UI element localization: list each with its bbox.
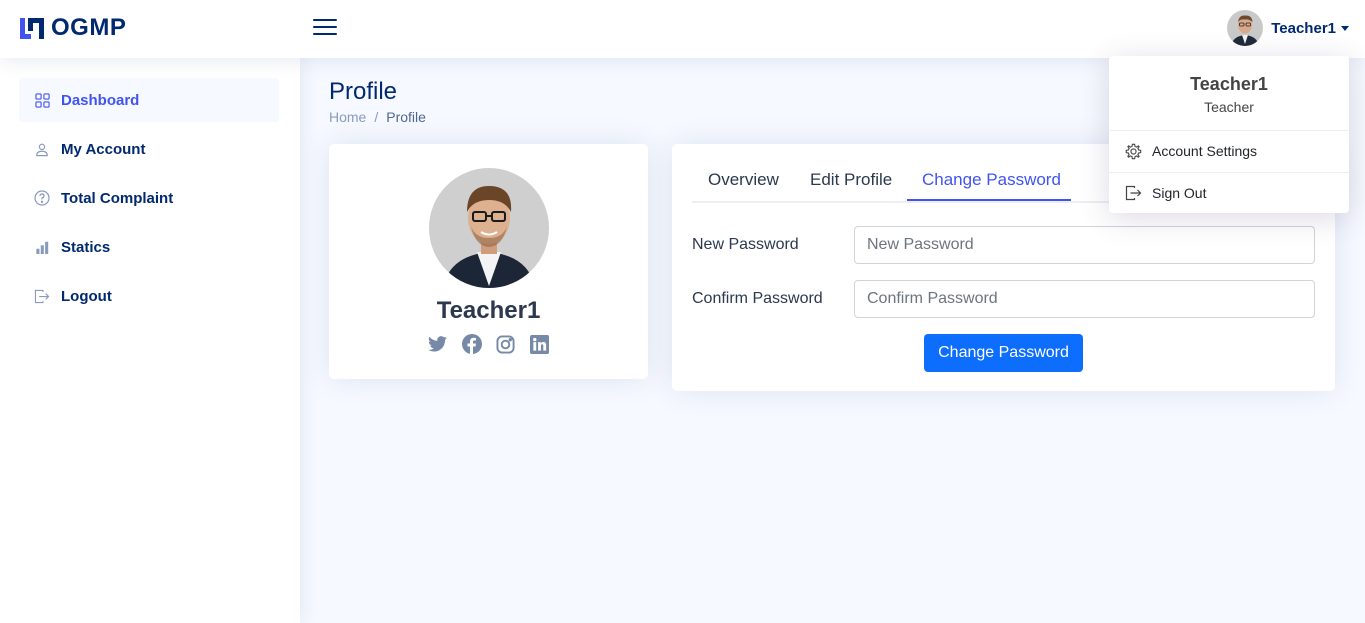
logo-icon: [20, 18, 44, 39]
logo-text: OGMP: [51, 14, 127, 41]
breadcrumb-current: Profile: [386, 109, 426, 125]
twitter-icon[interactable]: [428, 334, 448, 354]
dropdown-divider: [1109, 172, 1349, 173]
breadcrumb: Home / Profile: [329, 109, 426, 125]
dropdown-header: Teacher1 Teacher: [1109, 74, 1349, 115]
profile-card: Teacher1: [329, 144, 648, 379]
dropdown-user-name: Teacher1: [1190, 74, 1268, 94]
dropdown-user-role: Teacher: [1204, 99, 1254, 115]
profile-avatar: [429, 168, 549, 288]
sidebar-item-label: Total Complaint: [61, 189, 174, 207]
confirm-password-label: Confirm Password: [692, 290, 823, 307]
gear-icon: [1124, 142, 1142, 160]
instagram-icon[interactable]: [496, 334, 516, 354]
confirm-password-input[interactable]: [854, 280, 1315, 318]
box-arrow-right-icon: [34, 288, 50, 304]
active-tab-indicator: [907, 199, 1071, 201]
tab-overview[interactable]: Overview: [708, 170, 779, 198]
person-icon: [34, 141, 50, 157]
breadcrumb-home[interactable]: Home: [329, 109, 366, 125]
linkedin-icon[interactable]: [530, 334, 550, 354]
sidebar-item-dashboard[interactable]: Dashboard: [19, 78, 279, 122]
tab-change-password[interactable]: Change Password: [922, 170, 1061, 198]
bar-chart-icon: [34, 239, 50, 255]
sidebar-item-logout[interactable]: Logout: [19, 274, 279, 318]
breadcrumb-separator: /: [374, 109, 379, 125]
sidebar-item-label: Logout: [61, 287, 112, 305]
new-password-input[interactable]: [854, 226, 1315, 264]
question-circle-icon: [34, 190, 50, 206]
user-menu-toggle[interactable]: Teacher1: [1227, 10, 1349, 46]
account-settings-item[interactable]: Account Settings: [1124, 142, 1257, 160]
grid-icon: [34, 92, 50, 108]
facebook-icon[interactable]: [461, 334, 482, 354]
tab-edit-profile[interactable]: Edit Profile: [810, 170, 892, 198]
avatar: [1227, 10, 1264, 46]
profile-name: Teacher1: [436, 297, 541, 324]
user-name: Teacher1: [1271, 19, 1336, 37]
sidebar-item-label: Dashboard: [61, 91, 140, 109]
sidebar-item-label: Statics: [61, 238, 111, 256]
sign-out-label: Sign Out: [1152, 185, 1207, 201]
user-dropdown-menu: Teacher1 Teacher Account Settings Sign O…: [1109, 56, 1349, 213]
new-password-label: New Password: [692, 236, 799, 253]
sidebar: Dashboard My Account Total Complaint Sta…: [0, 58, 300, 623]
sidebar-item-my-account[interactable]: My Account: [19, 127, 279, 171]
account-settings-label: Account Settings: [1152, 143, 1258, 159]
sidebar-item-statics[interactable]: Statics: [19, 225, 279, 269]
sidebar-item-label: My Account: [61, 140, 146, 158]
box-arrow-right-icon: [1124, 184, 1142, 202]
header: OGMP Teacher1: [0, 0, 1365, 58]
change-password-button[interactable]: Change Password: [924, 334, 1083, 372]
social-links: [329, 334, 648, 354]
page-title: Profile: [329, 78, 398, 105]
caret-down-icon: [1341, 25, 1349, 31]
sign-out-item[interactable]: Sign Out: [1124, 184, 1206, 202]
sidebar-item-total-complaint[interactable]: Total Complaint: [19, 176, 279, 220]
logo[interactable]: OGMP: [19, 14, 126, 42]
dropdown-divider: [1109, 130, 1349, 131]
sidebar-toggle-icon[interactable]: [313, 17, 337, 39]
